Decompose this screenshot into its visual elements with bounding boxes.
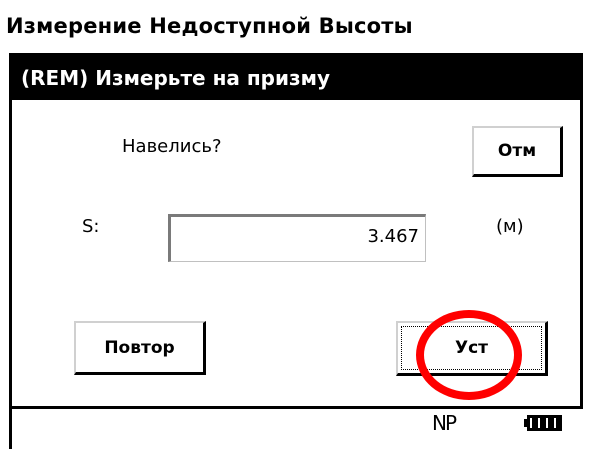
focus-indicator <box>401 326 542 370</box>
status-bar: NP <box>0 409 593 449</box>
unit-label: (м) <box>496 216 524 237</box>
distance-field[interactable]: 3.467 <box>168 214 426 262</box>
non-prism-mode-indicator: NP <box>432 411 457 435</box>
dialog-header: (REM) Измерьте на призму <box>12 56 580 100</box>
retry-button-label: Повтор <box>104 338 175 358</box>
app-title: Измерение Недоступной Высоты <box>6 14 413 38</box>
sighting-prompt: Навелись? <box>122 136 222 157</box>
distance-label: S: <box>82 216 100 237</box>
retry-button[interactable]: Повтор <box>74 321 206 375</box>
cancel-button-label: Отм <box>497 141 537 161</box>
set-button[interactable]: Уст <box>396 321 548 376</box>
dialog-title: (REM) Измерьте на призму <box>21 66 330 90</box>
rem-dialog: (REM) Измерьте на призму Навелись? Отм S… <box>9 53 583 409</box>
battery-full-icon <box>524 415 562 431</box>
status-bar-divider <box>9 409 12 449</box>
cancel-button[interactable]: Отм <box>472 126 563 177</box>
distance-value: 3.467 <box>367 226 419 247</box>
